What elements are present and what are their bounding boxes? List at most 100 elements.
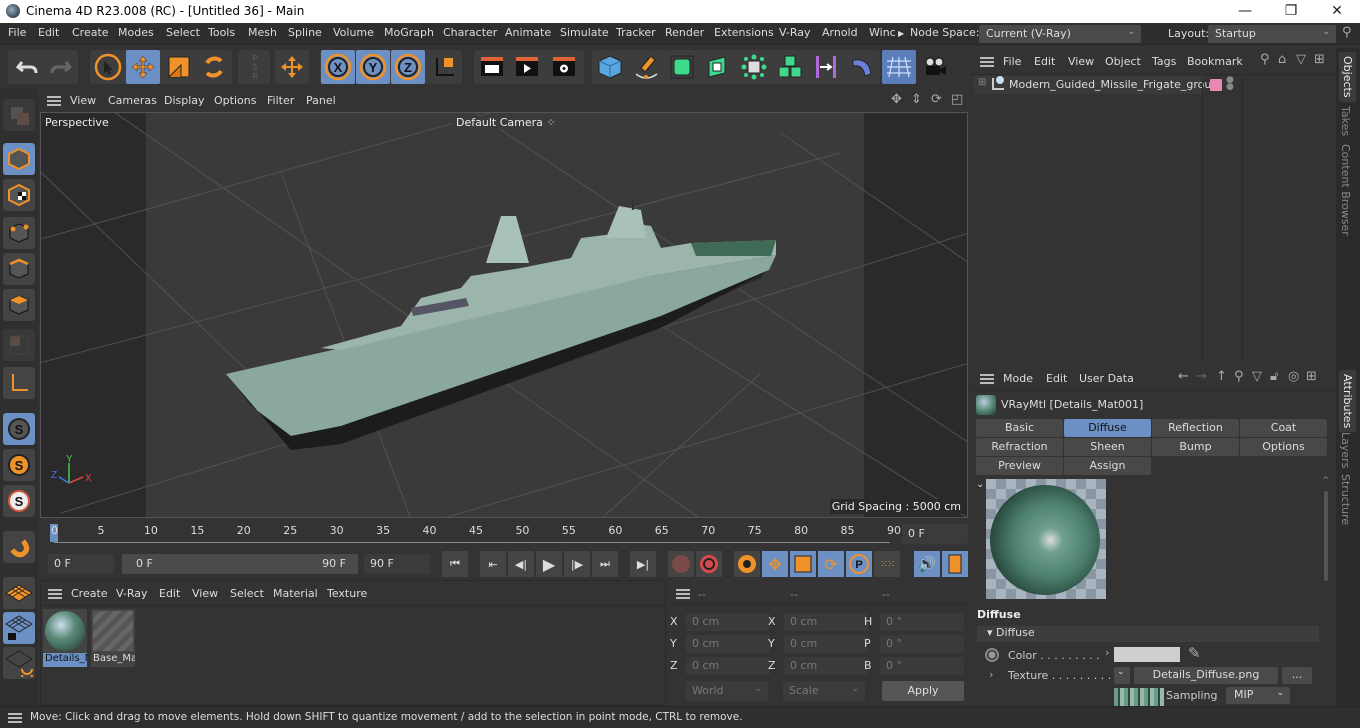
tab-refraction[interactable]: Refraction — [976, 438, 1063, 456]
material-menu-edit[interactable]: Edit — [159, 587, 180, 600]
target-icon[interactable]: ◎ — [1288, 369, 1299, 384]
objects-menu-file[interactable]: File — [1003, 55, 1021, 68]
tab-bump[interactable]: Bump — [1152, 438, 1239, 456]
autokey-icon[interactable] — [696, 551, 722, 577]
hamburger-menu-icon[interactable] — [980, 374, 994, 384]
solo-single-icon[interactable]: S — [3, 449, 35, 481]
visibility-dots-icon[interactable]: ● ● — [1226, 76, 1234, 92]
x-axis-lock-icon[interactable]: X — [321, 50, 355, 84]
viewport-menu-filter[interactable]: Filter — [267, 94, 294, 107]
home-icon[interactable]: ⌂ — [1278, 52, 1286, 67]
tab-options[interactable]: Options — [1240, 438, 1327, 456]
material-menu-select[interactable]: Select — [230, 587, 264, 600]
play-icon[interactable]: ▶ — [536, 551, 562, 577]
material-menu-create[interactable]: Create — [71, 587, 108, 600]
uv-mode-icon[interactable] — [3, 329, 35, 361]
current-frame-field[interactable]: 0 F — [902, 524, 968, 544]
coordinate-field[interactable]: 0 ° — [880, 635, 964, 653]
coordinate-field[interactable]: 0 cm — [784, 613, 868, 631]
attributes-menu-user-data[interactable]: User Data — [1079, 372, 1134, 385]
points-mode-icon[interactable] — [3, 217, 35, 249]
viewport-menu-view[interactable]: View — [70, 94, 96, 107]
menu-spline[interactable]: Spline — [288, 26, 322, 39]
up-arrow-icon[interactable]: ↑ — [1216, 369, 1227, 384]
tab-reflection[interactable]: Reflection — [1152, 419, 1239, 437]
collapse-chevron-icon[interactable]: ⌄ — [976, 479, 984, 490]
move-active-icon[interactable] — [275, 50, 309, 84]
menu-volume[interactable]: Volume — [333, 26, 374, 39]
hamburger-menu-icon[interactable] — [980, 57, 994, 67]
texture-browse-button[interactable]: ... — [1282, 667, 1312, 684]
viewport-menu-options[interactable]: Options — [214, 94, 256, 107]
render-view-icon[interactable] — [475, 50, 509, 84]
mograph-cloner-icon[interactable] — [737, 50, 771, 84]
3d-viewport[interactable]: Perspective Default Camera ⁘ Grid Spacin… — [40, 112, 968, 518]
menu-overflow-arrow-icon[interactable]: ▶ — [898, 29, 904, 38]
scale-icon[interactable] — [162, 50, 196, 84]
go-to-end-icon[interactable]: ⏭ — [592, 551, 618, 577]
sound-icon[interactable]: 🔊 — [914, 551, 940, 577]
new-panel-icon[interactable]: ⊞ — [1306, 369, 1317, 384]
node-space-dropdown[interactable]: Current (V-Ray) ⌄ — [979, 25, 1141, 43]
object-row[interactable]: ⊞ Modern_Guided_Missile_Frigate_group ● ● — [974, 76, 1234, 94]
hamburger-menu-icon[interactable] — [48, 589, 62, 599]
redo-icon[interactable] — [44, 50, 78, 84]
key-scale-icon[interactable] — [790, 551, 816, 577]
menu-mograph[interactable]: MoGraph — [384, 26, 434, 39]
menu-extensions[interactable]: Extensions — [714, 26, 774, 39]
coordinate-mode-dropdown[interactable]: Scale ⌄ — [783, 681, 865, 701]
menu-select[interactable]: Select — [166, 26, 200, 39]
tab-preview-settings[interactable]: Preview Settings — [976, 457, 1063, 490]
coordinate-field[interactable]: 0 cm — [784, 657, 868, 675]
viewport-rotate-icon[interactable]: ⟳ — [931, 92, 942, 107]
live-selection-icon[interactable] — [91, 50, 125, 84]
move-icon[interactable] — [126, 50, 160, 84]
tab-objects[interactable]: Objects — [1339, 52, 1356, 102]
camera-icon[interactable] — [918, 50, 952, 84]
tab-sheen[interactable]: Sheen — [1064, 438, 1151, 456]
texture-menu-dropdown[interactable]: ⌄ — [1114, 667, 1130, 684]
viewport-menu-display[interactable]: Display — [164, 94, 205, 107]
scroll-up-icon[interactable]: ^ — [1322, 476, 1330, 486]
material-menu-vray[interactable]: V-Ray — [116, 587, 148, 600]
go-to-start-icon[interactable]: ⏮ — [442, 551, 468, 577]
tab-coat[interactable]: Coat — [1240, 419, 1327, 437]
search-icon[interactable]: ⚲ — [1260, 52, 1270, 67]
coordinate-space-dropdown[interactable]: World ⌄ — [686, 681, 768, 701]
viewport-dolly-icon[interactable]: ⇕ — [911, 92, 922, 107]
new-view-icon[interactable]: ⊞ — [1314, 52, 1325, 67]
attributes-menu-edit[interactable]: Edit — [1046, 372, 1067, 385]
diffuse-group-header[interactable]: ▾ Diffuse — [977, 626, 1319, 642]
psr-lock-icon[interactable]: PSR — [238, 50, 272, 84]
undo-icon[interactable] — [10, 50, 44, 84]
viewport-menu-cameras[interactable]: Cameras — [108, 94, 157, 107]
viewport-camera-label[interactable]: Default Camera ⁘ — [453, 116, 559, 129]
key-rotation-icon[interactable]: ⟳ — [818, 551, 844, 577]
texture-mode-icon[interactable] — [3, 179, 35, 211]
search-icon[interactable]: ⚲ — [1234, 369, 1244, 384]
z-axis-lock-icon[interactable]: Z — [391, 50, 425, 84]
attributes-menu-mode[interactable]: Mode — [1003, 372, 1033, 385]
model-mode-icon[interactable] — [3, 143, 35, 175]
eyedropper-icon[interactable]: ✎ — [1188, 644, 1201, 662]
polygons-mode-icon[interactable] — [3, 289, 35, 321]
filter-icon[interactable]: ▽ — [1252, 369, 1262, 384]
hamburger-menu-icon[interactable] — [676, 589, 690, 599]
subdivision-icon[interactable] — [665, 50, 699, 84]
volume-icon[interactable] — [773, 50, 807, 84]
objects-menu-bookmarks[interactable]: Bookmarks — [1187, 55, 1243, 68]
menu-file[interactable]: File — [8, 26, 26, 39]
close-button[interactable]: ✕ — [1314, 0, 1360, 23]
menu-mesh[interactable]: Mesh — [248, 26, 277, 39]
coordinate-field[interactable]: 0 cm — [784, 635, 868, 653]
frame-range-slider[interactable]: 0 F 90 F — [122, 554, 358, 574]
objects-menu-edit[interactable]: Edit — [1034, 55, 1055, 68]
expand-icon[interactable]: ⊞ — [978, 77, 986, 88]
deformer-icon[interactable] — [809, 50, 843, 84]
tab-diffuse[interactable]: Diffuse — [1064, 419, 1151, 437]
floor-icon[interactable] — [882, 50, 916, 84]
snap-magnet-icon[interactable] — [3, 531, 35, 563]
menu-edit[interactable]: Edit — [38, 26, 59, 39]
color-swatch[interactable] — [1114, 647, 1180, 662]
coordinate-field[interactable]: 0 cm — [686, 635, 770, 653]
